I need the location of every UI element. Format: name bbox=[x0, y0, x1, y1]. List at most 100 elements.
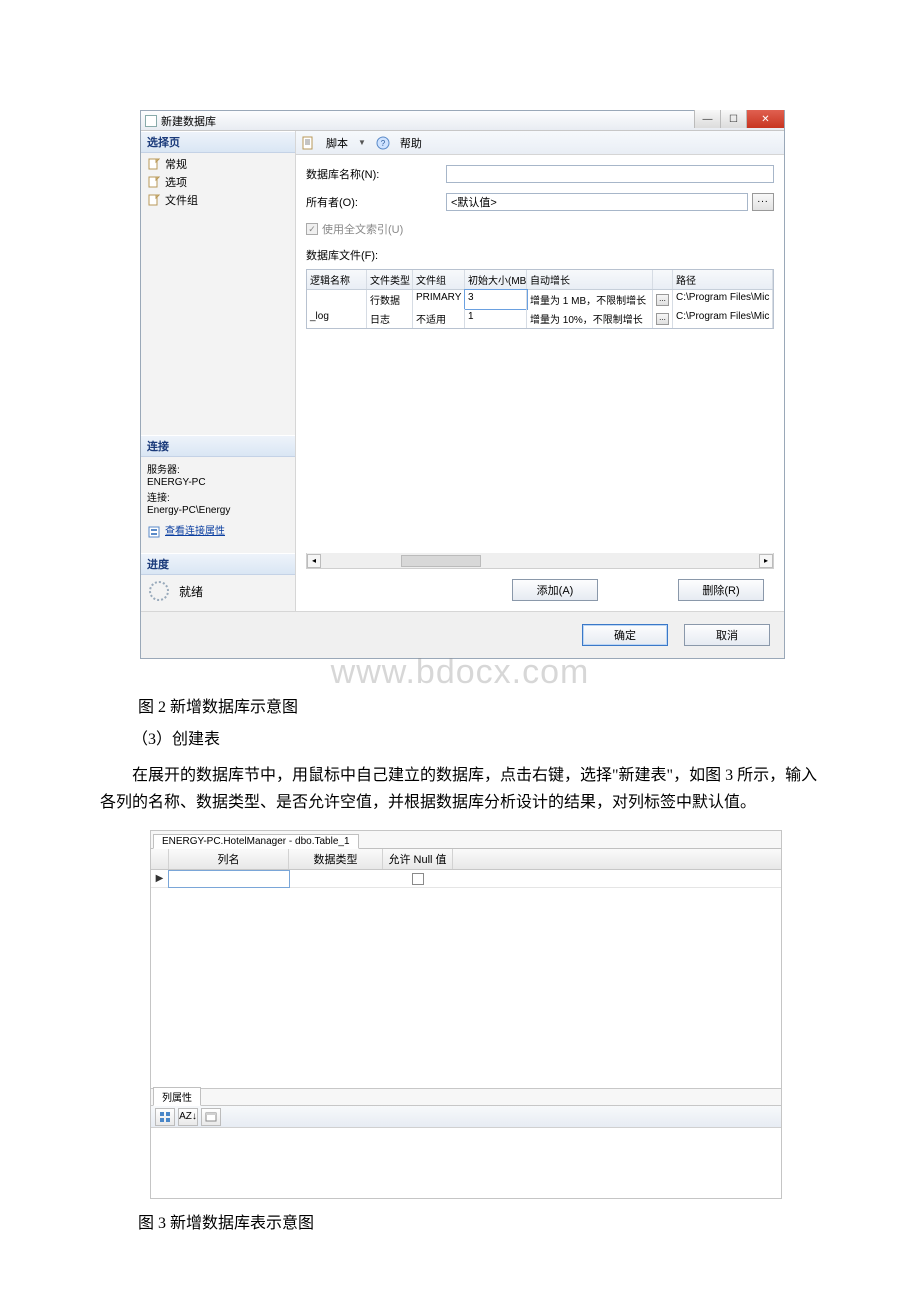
fulltext-checkbox[interactable]: ✓ bbox=[306, 223, 318, 235]
server-value: ENERGY-PC bbox=[147, 477, 289, 489]
col-autogrow: 自动增长 bbox=[527, 270, 653, 289]
grid-header: 逻辑名称 文件类型 文件组 初始大小(MB) 自动增长 路径 bbox=[307, 270, 773, 290]
dialog-title: 新建数据库 bbox=[161, 113, 216, 129]
page-label: 选项 bbox=[165, 174, 187, 190]
page-filegroups[interactable]: 文件组 bbox=[141, 191, 295, 209]
cell-size[interactable]: 3 bbox=[465, 290, 527, 309]
columns-grid[interactable]: 列名 数据类型 允许 Null 值 ▶ bbox=[151, 849, 781, 888]
app-icon bbox=[145, 115, 157, 127]
col-file-type: 文件类型 bbox=[367, 270, 413, 289]
main-pane: 脚本 ▼ ? 帮助 数据库名称(N): 所有者(O): ... bbox=[296, 131, 784, 611]
property-pages-button[interactable] bbox=[201, 1108, 221, 1126]
cell-name[interactable] bbox=[307, 290, 367, 309]
col-logical-name: 逻辑名称 bbox=[307, 270, 367, 289]
allownull-checkbox[interactable] bbox=[412, 873, 424, 885]
step3-heading: （3）创建表 bbox=[100, 727, 820, 753]
row-marker-icon: ▶ bbox=[151, 870, 169, 887]
figure2-caption: 图 2 新增数据库示意图 bbox=[138, 693, 920, 717]
cell-growth: 增量为 10%，不限制增长 bbox=[527, 309, 653, 328]
row-selector-header bbox=[151, 849, 169, 869]
conn-label: 连接: bbox=[147, 493, 289, 505]
add-button[interactable]: 添加(A) bbox=[512, 579, 598, 601]
help-icon: ? bbox=[376, 136, 390, 150]
server-label: 服务器: bbox=[147, 465, 289, 477]
page-options[interactable]: 选项 bbox=[141, 173, 295, 191]
designer-tab[interactable]: ENERGY-PC.HotelManager - dbo.Table_1 bbox=[153, 834, 359, 849]
grid-hscrollbar[interactable]: ◂ ▸ bbox=[306, 553, 774, 569]
step3-paragraph: 在展开的数据库节中，用鼠标中自己建立的数据库，点击右键，选择"新建表"，如图 3… bbox=[100, 763, 820, 816]
cell-path: C:\Program Files\Mic bbox=[673, 309, 773, 328]
dbfiles-label: 数据库文件(F): bbox=[306, 247, 774, 263]
owner-label: 所有者(O): bbox=[306, 194, 446, 210]
help-button[interactable]: 帮助 bbox=[400, 135, 422, 151]
cell-size[interactable]: 1 bbox=[465, 309, 527, 328]
owner-input[interactable] bbox=[446, 193, 748, 211]
dbname-label: 数据库名称(N): bbox=[306, 166, 446, 182]
dialog-toolbar: 脚本 ▼ ? 帮助 bbox=[296, 131, 784, 155]
col-filegroup: 文件组 bbox=[413, 270, 465, 289]
column-row[interactable]: ▶ bbox=[151, 870, 781, 888]
minimize-button[interactable]: — bbox=[694, 110, 720, 128]
growth-browse-button[interactable]: ... bbox=[656, 313, 669, 325]
script-button[interactable]: 脚本 bbox=[326, 135, 348, 151]
progress-spinner-icon bbox=[149, 581, 169, 601]
connection-header: 连接 bbox=[141, 435, 295, 457]
page-label: 文件组 bbox=[165, 192, 198, 208]
ok-button[interactable]: 确定 bbox=[582, 624, 668, 646]
grid-row[interactable]: _log 日志 不适用 1 增量为 10%，不限制增长 ... C:\Progr… bbox=[307, 309, 773, 328]
close-button[interactable]: ✕ bbox=[746, 110, 784, 128]
growth-browse-button[interactable]: ... bbox=[656, 294, 669, 306]
left-pane: 选择页 常规 选项 文件组 连接 bbox=[141, 131, 296, 611]
connection-info: 服务器: ENERGY-PC 连接: Energy-PC\Energy 查看连接… bbox=[141, 457, 295, 543]
dbfiles-grid[interactable]: 逻辑名称 文件类型 文件组 初始大小(MB) 自动增长 路径 行数据 PRIMA… bbox=[306, 269, 774, 329]
dbname-input[interactable] bbox=[446, 165, 774, 183]
progress-text: 就绪 bbox=[179, 583, 203, 600]
column-name-input[interactable] bbox=[169, 871, 289, 887]
titlebar[interactable]: 新建数据库 — ☐ ✕ bbox=[141, 111, 784, 131]
select-page-header: 选择页 bbox=[141, 131, 295, 153]
cell-path: C:\Program Files\Mic bbox=[673, 290, 773, 309]
grid-row[interactable]: 行数据 PRIMARY 3 增量为 1 MB，不限制增长 ... C:\Prog… bbox=[307, 290, 773, 309]
owner-browse-button[interactable]: ... bbox=[752, 193, 774, 211]
sort-arrow-icon: ↓ bbox=[192, 1111, 197, 1122]
column-properties-tab[interactable]: 列属性 bbox=[153, 1087, 201, 1106]
cell-group: PRIMARY bbox=[413, 290, 465, 309]
scroll-left-icon[interactable]: ◂ bbox=[307, 554, 321, 568]
alphabetical-button[interactable]: AZ↓ bbox=[178, 1108, 198, 1126]
svg-text:?: ? bbox=[381, 139, 386, 148]
scroll-thumb[interactable] bbox=[401, 555, 481, 567]
cell-group: 不适用 bbox=[413, 309, 465, 328]
view-connection-link[interactable]: 查看连接属性 bbox=[165, 526, 225, 538]
progress-header: 进度 bbox=[141, 553, 295, 575]
col-datatype: 数据类型 bbox=[289, 849, 383, 869]
cell-type: 日志 bbox=[367, 309, 413, 328]
new-database-dialog: 新建数据库 — ☐ ✕ 选择页 常规 选项 bbox=[140, 110, 785, 659]
properties-toolbar: AZ↓ bbox=[151, 1106, 781, 1128]
fulltext-label: 使用全文索引(U) bbox=[322, 221, 403, 237]
script-dropdown-icon[interactable]: ▼ bbox=[358, 138, 366, 147]
cell-name[interactable]: _log bbox=[307, 309, 367, 328]
col-allownull: 允许 Null 值 bbox=[383, 849, 453, 869]
cell-growth: 增量为 1 MB，不限制增长 bbox=[527, 290, 653, 309]
table-designer: ENERGY-PC.HotelManager - dbo.Table_1 列名 … bbox=[150, 830, 782, 1199]
page-general[interactable]: 常规 bbox=[141, 155, 295, 173]
col-autogrow-btn bbox=[653, 270, 673, 289]
sort-a: A bbox=[179, 1111, 186, 1122]
conn-value: Energy-PC\Energy bbox=[147, 505, 289, 517]
figure3-caption: 图 3 新增数据库表示意图 bbox=[138, 1209, 920, 1233]
properties-icon bbox=[147, 525, 161, 539]
remove-button[interactable]: 删除(R) bbox=[678, 579, 764, 601]
dialog-footer: 确定 取消 bbox=[141, 611, 784, 658]
page-icon bbox=[147, 157, 161, 171]
script-icon bbox=[302, 136, 316, 150]
scroll-right-icon[interactable]: ▸ bbox=[759, 554, 773, 568]
page-label: 常规 bbox=[165, 156, 187, 172]
cancel-button[interactable]: 取消 bbox=[684, 624, 770, 646]
page-icon bbox=[147, 175, 161, 189]
categorized-button[interactable] bbox=[155, 1108, 175, 1126]
properties-body bbox=[151, 1128, 781, 1198]
maximize-button[interactable]: ☐ bbox=[720, 110, 746, 128]
watermark: www.bdocx.com bbox=[0, 653, 920, 692]
cell-type: 行数据 bbox=[367, 290, 413, 309]
col-path: 路径 bbox=[673, 270, 773, 289]
